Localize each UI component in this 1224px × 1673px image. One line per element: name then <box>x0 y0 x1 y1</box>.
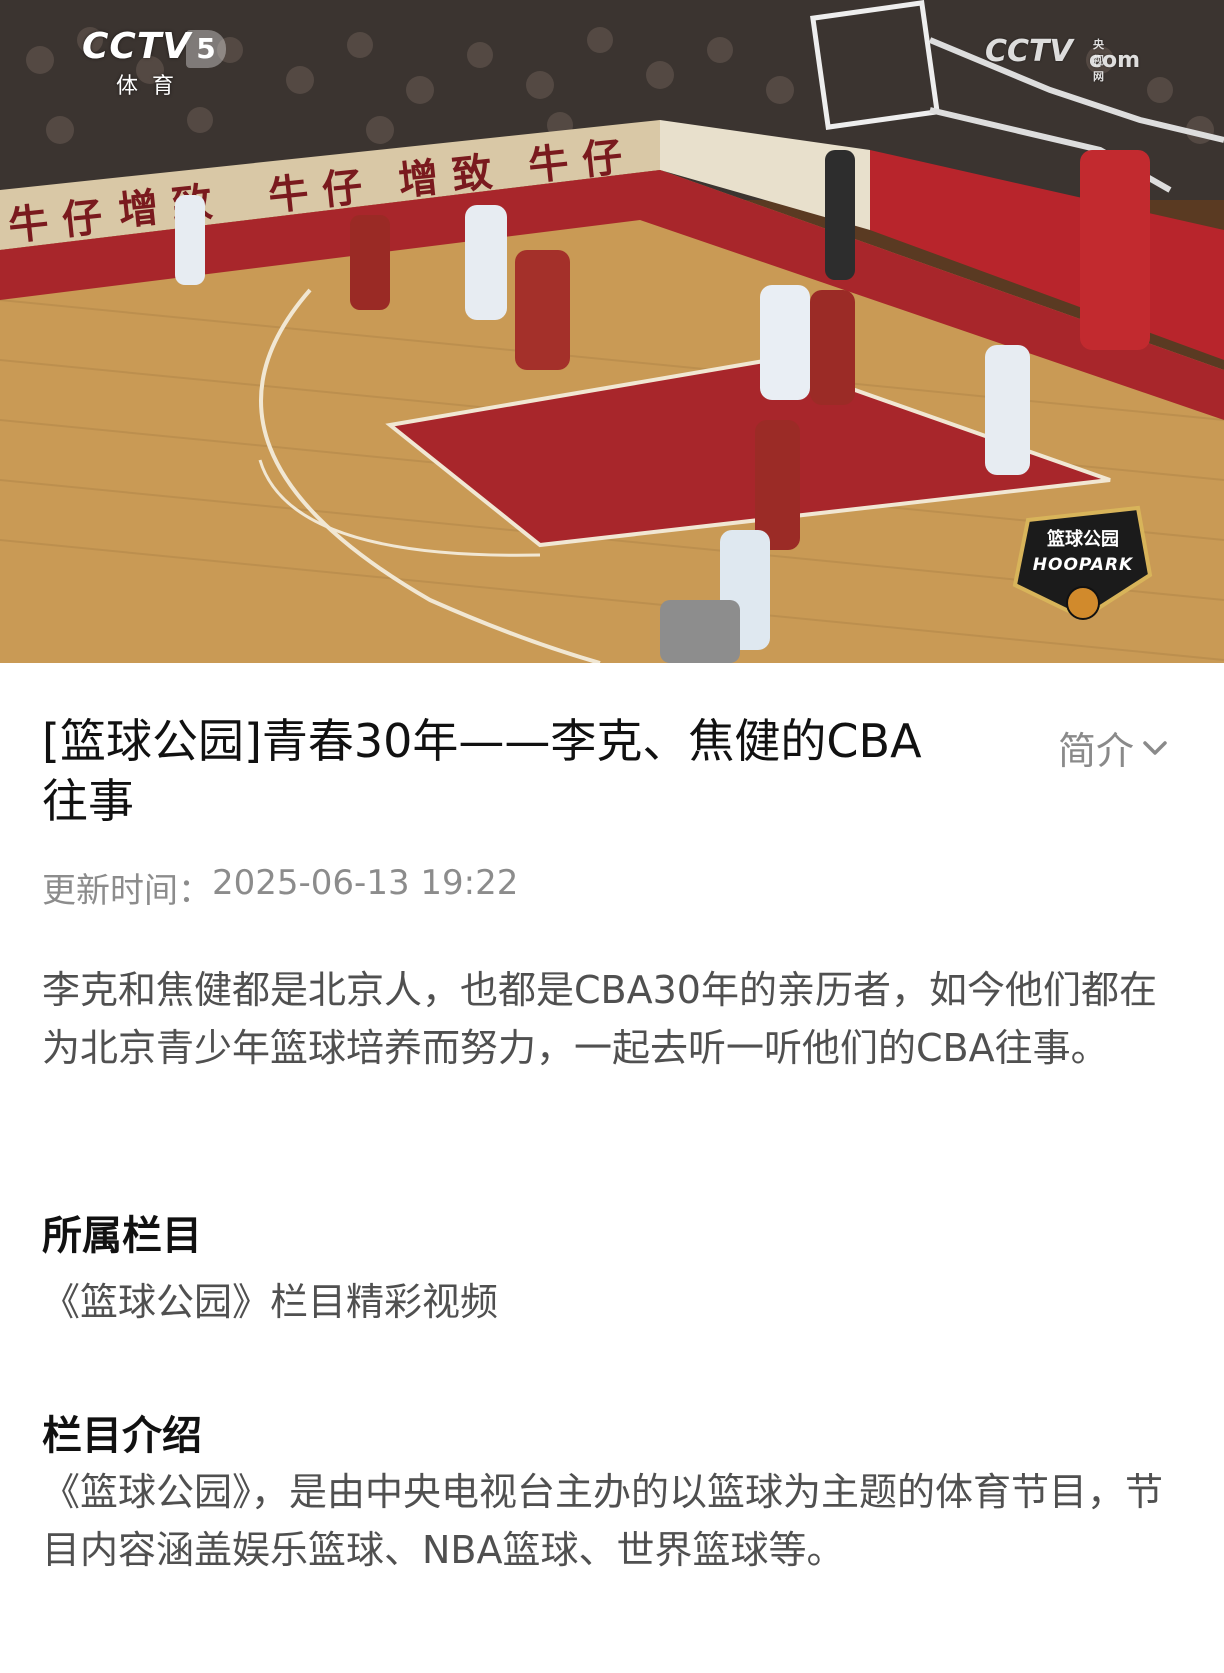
article-description: 李克和焦健都是北京人，也都是CBA30年的亲历者，如今他们都在为北京青少年篮球培… <box>42 968 1157 1070</box>
intro-toggle-button[interactable]: 简介 <box>1058 720 1170 775</box>
video-player[interactable]: 牛 仔 增 致 牛 仔 增 致 牛 仔 CCTV 5 体育 CCTV 央视网 c… <box>0 0 1224 663</box>
channel-sub-label: 体育 <box>116 74 189 99</box>
column-intro-text: 《篮球公园》，是由中央电视台主办的以篮球为主题的体育节目，节目内容涵盖娱乐篮球、… <box>42 1470 1164 1572</box>
update-label: 更新时间： <box>42 871 212 911</box>
cctv-com-watermark: CCTV 央视网 com <box>985 34 1140 83</box>
badge-line1: 篮球公园 <box>1047 529 1119 550</box>
cctv-logo-text: CCTV <box>82 26 192 67</box>
watermark-com: com <box>1089 48 1141 73</box>
article-title: [篮球公园]青春30年——李克、焦健的CBA往事 <box>42 714 922 828</box>
watermark-main: CCTV <box>985 34 1073 69</box>
update-time-row: 更新时间： 2025-06-13 19:22 <box>42 863 518 912</box>
hoopark-badge: 篮球公园 HOOPARK <box>1013 503 1153 623</box>
update-time: 2025-06-13 19:22 <box>212 863 519 903</box>
column-link[interactable]: 《篮球公园》栏目精彩视频 <box>42 1273 1182 1331</box>
column-heading: 所属栏目 <box>42 1213 202 1259</box>
intro-toggle-label: 简介 <box>1058 729 1135 773</box>
cctv5-logo: CCTV 5 体育 <box>82 26 232 99</box>
column-intro-heading: 栏目介绍 <box>42 1413 202 1459</box>
chevron-down-icon <box>1143 740 1167 755</box>
badge-line2: HOOPARK <box>1032 555 1134 575</box>
channel-number: 5 <box>186 30 226 68</box>
